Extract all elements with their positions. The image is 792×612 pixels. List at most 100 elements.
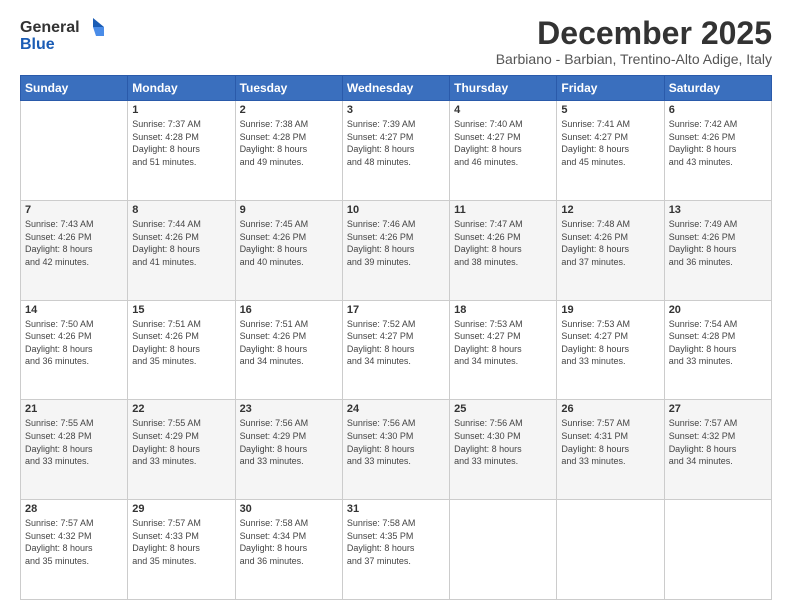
day-cell: 23 Sunrise: 7:56 AM Sunset: 4:29 PM Dayli… [235,400,342,500]
day-info: Sunrise: 7:57 AM Sunset: 4:32 PM Dayligh… [25,517,123,567]
day-number: 27 [669,403,767,415]
day-cell: 21 Sunrise: 7:55 AM Sunset: 4:28 PM Dayli… [21,400,128,500]
day-cell: 6 Sunrise: 7:42 AM Sunset: 4:26 PM Daylig… [664,101,771,201]
day-cell: 12Sunrise: 7:48 AM Sunset: 4:26 PM Dayli… [557,200,664,300]
day-number: 2 [240,104,338,116]
col-header-tuesday: Tuesday [235,76,342,101]
day-number: 13 [669,204,767,216]
day-cell: 11 Sunrise: 7:47 AM Sunset: 4:26 PM Dayli… [450,200,557,300]
day-cell: 3 Sunrise: 7:39 AM Sunset: 4:27 PM Daylig… [342,101,449,201]
day-number: 8 [132,204,230,216]
day-number: 23 [240,403,338,415]
day-info: Sunrise: 7:53 AM Sunset: 4:27 PM Dayligh… [561,318,659,368]
day-info: Sunrise: 7:54 AM Sunset: 4:28 PM Dayligh… [669,318,767,368]
day-cell [557,500,664,600]
day-info: Sunrise: 7:45 AM Sunset: 4:26 PM Dayligh… [240,218,338,268]
day-cell: 10Sunrise: 7:46 AM Sunset: 4:26 PM Dayli… [342,200,449,300]
day-info: Sunrise: 7:57 AM Sunset: 4:33 PM Dayligh… [132,517,230,567]
logo-wing-icon [82,16,104,38]
day-cell: 25 Sunrise: 7:56 AM Sunset: 4:30 PM Dayli… [450,400,557,500]
logo-blue-text: Blue [20,36,55,54]
day-number: 26 [561,403,659,415]
day-number: 14 [25,304,123,316]
day-info: Sunrise: 7:52 AM Sunset: 4:27 PM Dayligh… [347,318,445,368]
col-header-saturday: Saturday [664,76,771,101]
day-cell: 31 Sunrise: 7:58 AM Sunset: 4:35 PM Dayli… [342,500,449,600]
day-number: 19 [561,304,659,316]
day-number: 7 [25,204,123,216]
week-row-3: 14 Sunrise: 7:50 AM Sunset: 4:26 PM Dayli… [21,300,772,400]
page: General Blue December 2025 Barbiano - Ba… [0,0,792,612]
day-info: Sunrise: 7:38 AM Sunset: 4:28 PM Dayligh… [240,118,338,168]
day-info: Sunrise: 7:43 AM Sunset: 4:26 PM Dayligh… [25,218,123,268]
col-header-monday: Monday [128,76,235,101]
day-cell: 16 Sunrise: 7:51 AM Sunset: 4:26 PM Dayli… [235,300,342,400]
day-cell: 14 Sunrise: 7:50 AM Sunset: 4:26 PM Dayli… [21,300,128,400]
day-cell: 24 Sunrise: 7:56 AM Sunset: 4:30 PM Dayli… [342,400,449,500]
day-info: Sunrise: 7:56 AM Sunset: 4:30 PM Dayligh… [454,417,552,467]
day-info: Sunrise: 7:44 AM Sunset: 4:26 PM Dayligh… [132,218,230,268]
day-number: 9 [240,204,338,216]
day-number: 5 [561,104,659,116]
day-info: Sunrise: 7:51 AM Sunset: 4:26 PM Dayligh… [240,318,338,368]
day-info: Sunrise: 7:56 AM Sunset: 4:30 PM Dayligh… [347,417,445,467]
day-info: Sunrise: 7:56 AM Sunset: 4:29 PM Dayligh… [240,417,338,467]
day-number: 11 [454,204,552,216]
month-title: December 2025 [496,16,772,51]
day-number: 1 [132,104,230,116]
day-cell: 30Sunrise: 7:58 AM Sunset: 4:34 PM Dayli… [235,500,342,600]
logo-container: General Blue [20,16,104,54]
day-info: Sunrise: 7:41 AM Sunset: 4:27 PM Dayligh… [561,118,659,168]
day-cell: 8 Sunrise: 7:44 AM Sunset: 4:26 PM Daylig… [128,200,235,300]
calendar-table: SundayMondayTuesdayWednesdayThursdayFrid… [20,75,772,600]
day-cell: 17 Sunrise: 7:52 AM Sunset: 4:27 PM Dayli… [342,300,449,400]
day-number: 20 [669,304,767,316]
day-info: Sunrise: 7:51 AM Sunset: 4:26 PM Dayligh… [132,318,230,368]
day-info: Sunrise: 7:47 AM Sunset: 4:26 PM Dayligh… [454,218,552,268]
header: General Blue December 2025 Barbiano - Ba… [20,16,772,67]
day-number: 3 [347,104,445,116]
day-cell [21,101,128,201]
logo: General Blue [20,16,104,54]
day-number: 24 [347,403,445,415]
day-info: Sunrise: 7:39 AM Sunset: 4:27 PM Dayligh… [347,118,445,168]
day-number: 15 [132,304,230,316]
day-cell: 29 Sunrise: 7:57 AM Sunset: 4:33 PM Dayli… [128,500,235,600]
day-cell: 27Sunrise: 7:57 AM Sunset: 4:32 PM Dayli… [664,400,771,500]
day-cell: 22Sunrise: 7:55 AM Sunset: 4:29 PM Dayli… [128,400,235,500]
day-number: 30 [240,503,338,515]
day-number: 6 [669,104,767,116]
calendar-header-row: SundayMondayTuesdayWednesdayThursdayFrid… [21,76,772,101]
day-info: Sunrise: 7:57 AM Sunset: 4:31 PM Dayligh… [561,417,659,467]
day-cell: 15 Sunrise: 7:51 AM Sunset: 4:26 PM Dayli… [128,300,235,400]
day-info: Sunrise: 7:55 AM Sunset: 4:28 PM Dayligh… [25,417,123,467]
day-cell [450,500,557,600]
day-number: 17 [347,304,445,316]
day-info: Sunrise: 7:49 AM Sunset: 4:26 PM Dayligh… [669,218,767,268]
week-row-2: 7 Sunrise: 7:43 AM Sunset: 4:26 PM Daylig… [21,200,772,300]
day-number: 10 [347,204,445,216]
day-cell: 28Sunrise: 7:57 AM Sunset: 4:32 PM Dayli… [21,500,128,600]
day-number: 21 [25,403,123,415]
day-number: 31 [347,503,445,515]
day-cell: 4Sunrise: 7:40 AM Sunset: 4:27 PM Daylig… [450,101,557,201]
day-number: 16 [240,304,338,316]
day-info: Sunrise: 7:40 AM Sunset: 4:27 PM Dayligh… [454,118,552,168]
col-header-thursday: Thursday [450,76,557,101]
day-info: Sunrise: 7:50 AM Sunset: 4:26 PM Dayligh… [25,318,123,368]
day-number: 29 [132,503,230,515]
day-info: Sunrise: 7:58 AM Sunset: 4:35 PM Dayligh… [347,517,445,567]
week-row-1: 1Sunrise: 7:37 AM Sunset: 4:28 PM Daylig… [21,101,772,201]
day-info: Sunrise: 7:42 AM Sunset: 4:26 PM Dayligh… [669,118,767,168]
day-number: 25 [454,403,552,415]
col-header-sunday: Sunday [21,76,128,101]
col-header-wednesday: Wednesday [342,76,449,101]
day-number: 12 [561,204,659,216]
location-subtitle: Barbiano - Barbian, Trentino-Alto Adige,… [496,51,772,67]
day-cell: 2 Sunrise: 7:38 AM Sunset: 4:28 PM Daylig… [235,101,342,201]
day-cell [664,500,771,600]
day-number: 22 [132,403,230,415]
day-info: Sunrise: 7:53 AM Sunset: 4:27 PM Dayligh… [454,318,552,368]
day-cell: 5 Sunrise: 7:41 AM Sunset: 4:27 PM Daylig… [557,101,664,201]
day-cell: 9 Sunrise: 7:45 AM Sunset: 4:26 PM Daylig… [235,200,342,300]
